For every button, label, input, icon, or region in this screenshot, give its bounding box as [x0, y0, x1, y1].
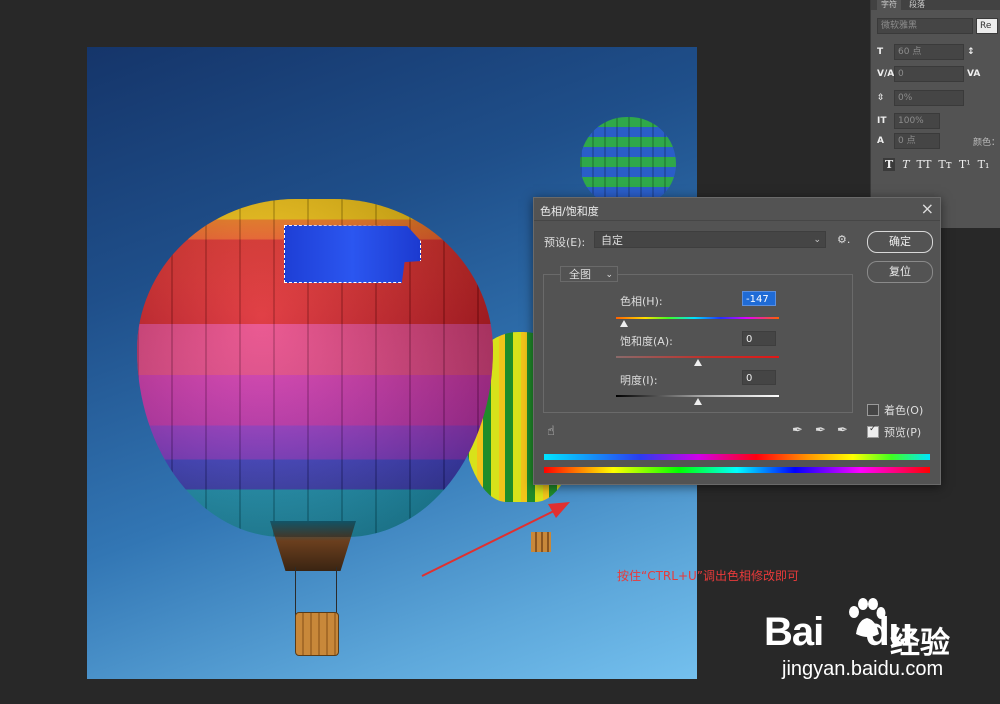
reset-button[interactable]: 复位	[867, 261, 933, 283]
annotation-text: 按住“CTRL+U”调出色相修改即可	[617, 569, 800, 583]
font-family-select[interactable]: 微软雅黑	[877, 18, 973, 34]
watermark-url: jingyan.baidu.com	[782, 658, 944, 680]
character-panel: 字符 段落 微软雅黑 Re T 60 点 ↕ V/A 0 VA ⇳ 0% IT …	[870, 0, 1000, 228]
tab-paragraph[interactable]: 段落	[905, 0, 929, 10]
channel-value: 全图	[569, 268, 591, 281]
font-style-select[interactable]: Re	[976, 18, 998, 34]
faux-italic-icon[interactable]: T	[902, 158, 909, 171]
hue-label: 色相(H):	[620, 295, 663, 308]
subscript-icon[interactable]: T₁	[978, 158, 990, 171]
eyedropper-icon[interactable]: ✒	[792, 423, 803, 438]
adjustment-group	[543, 274, 853, 413]
result-color-bar	[544, 467, 930, 473]
marquee-selection[interactable]	[284, 225, 421, 283]
leading-icon: ↕	[967, 47, 975, 57]
lightness-slider-handle[interactable]	[693, 398, 702, 405]
dialog-title: 色相/饱和度	[540, 205, 599, 218]
preset-value: 自定	[601, 234, 623, 247]
lightness-label: 明度(I):	[620, 374, 658, 387]
saturation-track[interactable]	[616, 356, 779, 358]
watermark-cn-label: 经验	[890, 626, 950, 661]
baidu-jingyan-watermark: Bai du 经验 jingyan.baidu.com	[764, 598, 984, 688]
source-color-bar	[544, 454, 930, 460]
tab-character[interactable]: 字符	[877, 0, 901, 10]
saturation-input[interactable]: 0	[742, 331, 776, 346]
preset-label: 预设(E):	[544, 236, 586, 249]
eyedropper-plus-icon[interactable]: ✒	[815, 423, 826, 438]
gear-icon[interactable]: ⚙.	[837, 233, 850, 246]
colorize-label: 着色(O)	[884, 404, 924, 417]
lightness-track[interactable]	[616, 395, 779, 397]
preview-checkbox[interactable]	[867, 424, 879, 438]
lightness-input[interactable]: 0	[742, 370, 776, 385]
baseline-shift-icon: A	[877, 136, 884, 146]
vertical-scale-icon: IT	[877, 116, 887, 126]
kerning-icon: V/A	[877, 69, 895, 79]
chevron-down-icon: ⌄	[813, 235, 821, 245]
channel-select[interactable]: 全图 ⌄	[560, 266, 618, 282]
colorize-checkbox[interactable]	[867, 404, 879, 416]
faux-bold-icon[interactable]: T	[883, 158, 896, 171]
small-caps-icon[interactable]: Tт	[938, 158, 951, 171]
small-balloon-envelope	[580, 117, 676, 205]
eyedropper-minus-icon[interactable]: ✒	[837, 423, 848, 438]
all-caps-icon[interactable]: TT	[917, 158, 932, 171]
type-style-buttons: T T TT Tт T¹ T₁	[883, 158, 989, 171]
big-balloon-basket	[295, 612, 339, 656]
tsume-field[interactable]: 0%	[894, 90, 964, 106]
titlebar-divider	[534, 220, 940, 221]
tracking-icon: VA	[967, 69, 981, 79]
targeted-adjustment-hand-icon[interactable]: ☝	[547, 424, 555, 439]
close-icon[interactable]: ×	[921, 199, 934, 218]
preview-label: 预览(P)	[884, 426, 922, 439]
font-size-field[interactable]: 60 点	[894, 44, 964, 60]
font-size-icon: T	[877, 47, 884, 57]
saturation-slider-handle[interactable]	[693, 359, 702, 366]
hue-input[interactable]: -147	[742, 291, 776, 306]
color-label: 颜色：	[973, 137, 1000, 148]
hue-track[interactable]	[616, 317, 779, 319]
superscript-icon[interactable]: T¹	[959, 158, 971, 171]
kerning-field[interactable]: 0	[894, 66, 964, 82]
hue-saturation-dialog: 色相/饱和度 × 预设(E): 自定 ⌄ ⚙. 确定 复位 全图 ⌄ 色相(H)…	[533, 197, 941, 485]
vertical-scale-field[interactable]: 100%	[894, 113, 940, 129]
tsume-icon: ⇳	[877, 93, 885, 103]
ok-button[interactable]: 确定	[867, 231, 933, 253]
baseline-shift-field[interactable]: 0 点	[894, 133, 940, 149]
hue-slider-handle[interactable]	[620, 320, 629, 327]
character-panel-tabs: 字符 段落	[871, 0, 1000, 10]
saturation-label: 饱和度(A):	[620, 335, 673, 348]
chevron-down-icon: ⌄	[605, 270, 613, 280]
preset-select[interactable]: 自定 ⌄	[594, 231, 826, 248]
